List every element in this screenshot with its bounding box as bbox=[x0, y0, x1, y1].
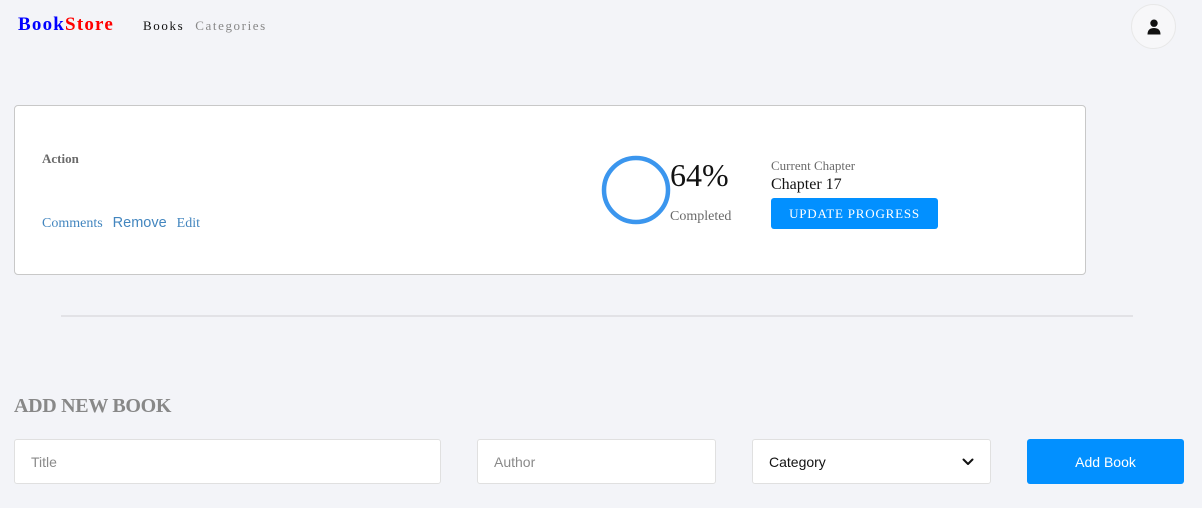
category-select[interactable]: Category bbox=[752, 439, 991, 484]
nav-categories-link[interactable]: Categories bbox=[195, 17, 267, 34]
logo-part-store: Store bbox=[65, 14, 114, 35]
nav-books-link[interactable]: Books bbox=[143, 17, 184, 34]
action-label: Action bbox=[42, 151, 79, 166]
user-icon bbox=[1147, 19, 1160, 34]
progress-percent: 64% bbox=[670, 157, 729, 193]
divider bbox=[61, 315, 1133, 317]
user-menu-button[interactable] bbox=[1131, 4, 1176, 49]
header: BookStore Books Categories bbox=[0, 0, 1202, 52]
current-chapter-value: Chapter 17 bbox=[771, 176, 842, 193]
title-input[interactable] bbox=[14, 439, 441, 484]
edit-link[interactable]: Edit bbox=[177, 216, 200, 232]
comments-link[interactable]: Comments bbox=[42, 216, 103, 232]
add-book-button[interactable]: Add Book bbox=[1027, 439, 1184, 484]
book-actions: Comments Remove Edit bbox=[42, 215, 210, 232]
remove-link[interactable]: Remove bbox=[113, 215, 167, 231]
completed-label: Completed bbox=[670, 209, 732, 224]
add-book-heading: ADD NEW BOOK bbox=[14, 395, 172, 417]
category-selected-value: Category bbox=[769, 453, 826, 470]
progress-ring bbox=[601, 155, 671, 225]
current-chapter-label: Current Chapter bbox=[771, 158, 856, 173]
main-nav: Books Categories bbox=[143, 17, 267, 34]
author-input[interactable] bbox=[477, 439, 716, 484]
update-progress-button[interactable]: UPDATE PROGRESS bbox=[771, 198, 938, 229]
logo[interactable]: BookStore bbox=[18, 13, 114, 37]
book-card: Action Comments Remove Edit 64% Complete… bbox=[14, 105, 1086, 275]
logo-part-book: Book bbox=[18, 14, 66, 35]
chevron-down-icon bbox=[962, 458, 974, 465]
